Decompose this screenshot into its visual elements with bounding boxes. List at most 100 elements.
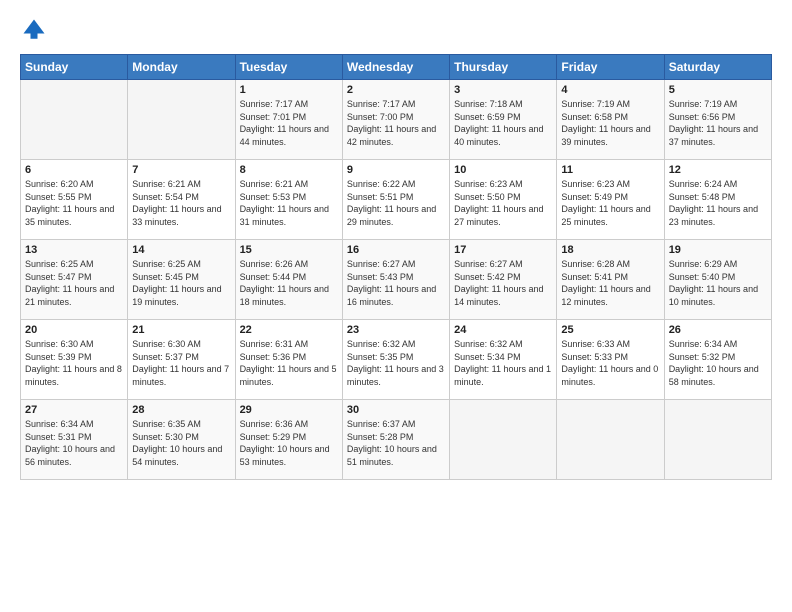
day-number: 12: [669, 164, 767, 176]
calendar-cell: 15 Sunrise: 6:26 AM Sunset: 5:44 PM Dayli…: [235, 240, 342, 320]
day-detail: Sunrise: 6:22 AM Sunset: 5:51 PM Dayligh…: [347, 178, 445, 228]
col-header-wednesday: Wednesday: [342, 55, 449, 80]
calendar-cell: 24 Sunrise: 6:32 AM Sunset: 5:34 PM Dayli…: [450, 320, 557, 400]
calendar-cell: 5 Sunrise: 7:19 AM Sunset: 6:56 PM Daylig…: [664, 80, 771, 160]
calendar-cell: [450, 400, 557, 480]
day-detail: Sunrise: 6:30 AM Sunset: 5:37 PM Dayligh…: [132, 338, 230, 388]
day-number: 4: [561, 84, 659, 96]
header: [20, 16, 772, 44]
calendar-cell: 30 Sunrise: 6:37 AM Sunset: 5:28 PM Dayli…: [342, 400, 449, 480]
calendar-cell: 28 Sunrise: 6:35 AM Sunset: 5:30 PM Dayli…: [128, 400, 235, 480]
calendar-cell: 20Sunrise: 6:30 AM Sunset: 5:39 PM Dayli…: [21, 320, 128, 400]
day-detail: Sunrise: 7:17 AM Sunset: 7:01 PM Dayligh…: [240, 98, 338, 148]
day-number: 26: [669, 324, 767, 336]
day-detail: Sunrise: 6:32 AM Sunset: 5:34 PM Dayligh…: [454, 338, 552, 388]
calendar-cell: [664, 400, 771, 480]
calendar-cell: 19 Sunrise: 6:29 AM Sunset: 5:40 PM Dayli…: [664, 240, 771, 320]
day-detail: Sunrise: 6:21 AM Sunset: 5:54 PM Dayligh…: [132, 178, 230, 228]
calendar-cell: 22 Sunrise: 6:31 AM Sunset: 5:36 PM Dayli…: [235, 320, 342, 400]
day-number: 22: [240, 324, 338, 336]
day-number: 6: [25, 164, 123, 176]
calendar-cell: 3 Sunrise: 7:18 AM Sunset: 6:59 PM Daylig…: [450, 80, 557, 160]
week-row-3: 20Sunrise: 6:30 AM Sunset: 5:39 PM Dayli…: [21, 320, 772, 400]
col-header-monday: Monday: [128, 55, 235, 80]
day-number: 5: [669, 84, 767, 96]
col-header-thursday: Thursday: [450, 55, 557, 80]
col-header-saturday: Saturday: [664, 55, 771, 80]
calendar-cell: 4Sunrise: 7:19 AM Sunset: 6:58 PM Daylig…: [557, 80, 664, 160]
day-detail: Sunrise: 6:20 AM Sunset: 5:55 PM Dayligh…: [25, 178, 123, 228]
day-detail: Sunrise: 6:21 AM Sunset: 5:53 PM Dayligh…: [240, 178, 338, 228]
day-number: 25: [561, 324, 659, 336]
col-header-friday: Friday: [557, 55, 664, 80]
day-detail: Sunrise: 6:29 AM Sunset: 5:40 PM Dayligh…: [669, 258, 767, 308]
day-number: 19: [669, 244, 767, 256]
calendar-cell: 7Sunrise: 6:21 AM Sunset: 5:54 PM Daylig…: [128, 160, 235, 240]
calendar-table: SundayMondayTuesdayWednesdayThursdayFrid…: [20, 54, 772, 480]
day-number: 17: [454, 244, 552, 256]
day-detail: Sunrise: 6:28 AM Sunset: 5:41 PM Dayligh…: [561, 258, 659, 308]
calendar-cell: 11Sunrise: 6:23 AM Sunset: 5:49 PM Dayli…: [557, 160, 664, 240]
day-number: 29: [240, 404, 338, 416]
calendar-cell: 27Sunrise: 6:34 AM Sunset: 5:31 PM Dayli…: [21, 400, 128, 480]
day-detail: Sunrise: 6:35 AM Sunset: 5:30 PM Dayligh…: [132, 418, 230, 468]
week-row-4: 27Sunrise: 6:34 AM Sunset: 5:31 PM Dayli…: [21, 400, 772, 480]
calendar-cell: 26 Sunrise: 6:34 AM Sunset: 5:32 PM Dayli…: [664, 320, 771, 400]
calendar-cell: 17 Sunrise: 6:27 AM Sunset: 5:42 PM Dayli…: [450, 240, 557, 320]
logo: [20, 16, 50, 44]
col-header-sunday: Sunday: [21, 55, 128, 80]
day-detail: Sunrise: 6:34 AM Sunset: 5:32 PM Dayligh…: [669, 338, 767, 388]
calendar-cell: 25 Sunrise: 6:33 AM Sunset: 5:33 PM Dayli…: [557, 320, 664, 400]
week-row-1: 6 Sunrise: 6:20 AM Sunset: 5:55 PM Daylig…: [21, 160, 772, 240]
day-detail: Sunrise: 6:27 AM Sunset: 5:42 PM Dayligh…: [454, 258, 552, 308]
day-number: 8: [240, 164, 338, 176]
day-number: 28: [132, 404, 230, 416]
day-detail: Sunrise: 7:19 AM Sunset: 6:56 PM Dayligh…: [669, 98, 767, 148]
day-detail: Sunrise: 6:33 AM Sunset: 5:33 PM Dayligh…: [561, 338, 659, 388]
calendar-cell: [557, 400, 664, 480]
day-number: 15: [240, 244, 338, 256]
day-number: 2: [347, 84, 445, 96]
calendar-cell: 12 Sunrise: 6:24 AM Sunset: 5:48 PM Dayli…: [664, 160, 771, 240]
day-detail: Sunrise: 6:26 AM Sunset: 5:44 PM Dayligh…: [240, 258, 338, 308]
day-detail: Sunrise: 6:32 AM Sunset: 5:35 PM Dayligh…: [347, 338, 445, 388]
week-row-0: 1 Sunrise: 7:17 AM Sunset: 7:01 PM Daylig…: [21, 80, 772, 160]
calendar-cell: 8 Sunrise: 6:21 AM Sunset: 5:53 PM Daylig…: [235, 160, 342, 240]
day-detail: Sunrise: 6:27 AM Sunset: 5:43 PM Dayligh…: [347, 258, 445, 308]
day-number: 13: [25, 244, 123, 256]
calendar-cell: 29 Sunrise: 6:36 AM Sunset: 5:29 PM Dayli…: [235, 400, 342, 480]
day-detail: Sunrise: 6:37 AM Sunset: 5:28 PM Dayligh…: [347, 418, 445, 468]
day-detail: Sunrise: 6:23 AM Sunset: 5:50 PM Dayligh…: [454, 178, 552, 228]
day-detail: Sunrise: 6:36 AM Sunset: 5:29 PM Dayligh…: [240, 418, 338, 468]
calendar-cell: [21, 80, 128, 160]
day-number: 30: [347, 404, 445, 416]
calendar-cell: 6 Sunrise: 6:20 AM Sunset: 5:55 PM Daylig…: [21, 160, 128, 240]
calendar-cell: 13 Sunrise: 6:25 AM Sunset: 5:47 PM Dayli…: [21, 240, 128, 320]
day-detail: Sunrise: 6:30 AM Sunset: 5:39 PM Dayligh…: [25, 338, 123, 388]
day-number: 24: [454, 324, 552, 336]
day-number: 14: [132, 244, 230, 256]
page: SundayMondayTuesdayWednesdayThursdayFrid…: [0, 0, 792, 612]
day-number: 18: [561, 244, 659, 256]
day-detail: Sunrise: 7:17 AM Sunset: 7:00 PM Dayligh…: [347, 98, 445, 148]
day-number: 9: [347, 164, 445, 176]
week-row-2: 13 Sunrise: 6:25 AM Sunset: 5:47 PM Dayli…: [21, 240, 772, 320]
day-number: 16: [347, 244, 445, 256]
calendar-cell: 18 Sunrise: 6:28 AM Sunset: 5:41 PM Dayli…: [557, 240, 664, 320]
calendar-cell: 9 Sunrise: 6:22 AM Sunset: 5:51 PM Daylig…: [342, 160, 449, 240]
day-detail: Sunrise: 6:25 AM Sunset: 5:47 PM Dayligh…: [25, 258, 123, 308]
day-detail: Sunrise: 6:31 AM Sunset: 5:36 PM Dayligh…: [240, 338, 338, 388]
calendar-cell: 1 Sunrise: 7:17 AM Sunset: 7:01 PM Daylig…: [235, 80, 342, 160]
day-number: 21: [132, 324, 230, 336]
calendar-header-row: SundayMondayTuesdayWednesdayThursdayFrid…: [21, 55, 772, 80]
day-number: 1: [240, 84, 338, 96]
day-number: 23: [347, 324, 445, 336]
calendar-cell: 16 Sunrise: 6:27 AM Sunset: 5:43 PM Dayli…: [342, 240, 449, 320]
calendar-cell: 10Sunrise: 6:23 AM Sunset: 5:50 PM Dayli…: [450, 160, 557, 240]
day-detail: Sunrise: 7:18 AM Sunset: 6:59 PM Dayligh…: [454, 98, 552, 148]
day-detail: Sunrise: 6:25 AM Sunset: 5:45 PM Dayligh…: [132, 258, 230, 308]
calendar-cell: 2 Sunrise: 7:17 AM Sunset: 7:00 PM Daylig…: [342, 80, 449, 160]
day-number: 3: [454, 84, 552, 96]
day-detail: Sunrise: 6:24 AM Sunset: 5:48 PM Dayligh…: [669, 178, 767, 228]
calendar-cell: [128, 80, 235, 160]
